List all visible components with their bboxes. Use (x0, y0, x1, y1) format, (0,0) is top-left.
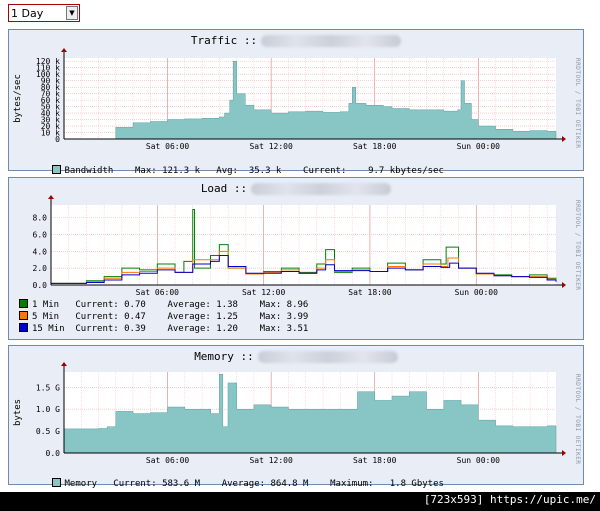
memory-panel: Memory :: 0.0 0.5 G 1.0 G 1.5 G Sat 06:00 Sat… (8, 345, 584, 489)
time-range-select[interactable]: 1 Day ▼ (8, 4, 80, 22)
y-tick-label: 2.0 (33, 264, 48, 273)
x-tick-label: Sat 18:00 (353, 142, 397, 151)
memory-graph: 0.0 0.5 G 1.0 G 1.5 G Sat 06:00 Sat 12:00 Sat … (13, 362, 566, 465)
y-tick-label: 0.0 (33, 281, 48, 290)
x-tick-label: Sat 06:00 (136, 288, 180, 297)
traffic-panel: Traffic :: 0 10 k 20 k 30 k 40 k 50 k 60 k 70 k… (8, 29, 584, 176)
memory-legend: Memory Current: 583.6 M Average: 864.8 M… (19, 468, 444, 499)
x-tick-label: Sat 18:00 (348, 288, 392, 297)
x-tick-label: Sat 06:00 (146, 456, 190, 465)
x-axis-arrow-icon (562, 282, 566, 288)
memory-swatch (51, 478, 61, 487)
x-tick-label: Sat 18:00 (353, 456, 397, 465)
bandwidth-swatch (51, 165, 61, 174)
y-tick-label: 0.5 G (36, 427, 60, 436)
x-tick-label: Sun 00:00 (455, 288, 499, 297)
y-axis-label: bytes (13, 399, 23, 426)
vendor-label: RRDTOOL / TOBI OETIKER (574, 58, 581, 149)
load-legend-text: 1 Min Current: 0.70 Average: 1.38 Max: 8… (32, 300, 309, 310)
x-tick-label: Sat 06:00 (146, 142, 190, 151)
y-tick-label: 1.5 G (36, 383, 60, 392)
x-tick-label: Sun 00:00 (457, 142, 501, 151)
load-legend-text: 15 Min Current: 0.39 Average: 1.20 Max: … (32, 324, 309, 334)
y-axis-arrow-icon (61, 362, 67, 366)
y-axis-arrow-icon (48, 195, 54, 199)
x-axis-arrow-icon (562, 450, 566, 456)
x-tick-label: Sat 12:00 (249, 142, 293, 151)
series-swatch (19, 299, 28, 308)
y-axis-label: bytes/sec (13, 74, 23, 123)
load-legend: 1 Min Current: 0.70 Average: 1.38 Max: 8… (19, 299, 308, 335)
x-tick-label: Sat 12:00 (249, 456, 293, 465)
x-tick-label: Sun 00:00 (457, 456, 501, 465)
image-footer: [723x593] https://upic.me/ (423, 493, 596, 506)
x-tick-label: Sat 12:00 (242, 288, 286, 297)
y-tick-label: 8.0 (33, 214, 48, 223)
page-frame: 1 Day ▼ Traffic :: 0 10 k 20 k 30 k 40 k 50 k… (0, 0, 600, 492)
load-legend-text: 5 Min Current: 0.47 Average: 1.25 Max: 3… (32, 312, 309, 322)
x-axis-arrow-icon (562, 136, 566, 142)
time-range-value: 1 Day (11, 7, 44, 20)
traffic-graph: 010 k20 k30 k40 k50 k60 k70 k80 k90 k100… (13, 48, 566, 151)
y-tick-label: 0.0 (46, 449, 61, 458)
load-legend-row: 15 Min Current: 0.39 Average: 1.20 Max: … (19, 323, 308, 335)
series-swatch (19, 323, 28, 332)
load-legend-row: 5 Min Current: 0.47 Average: 1.25 Max: 3… (19, 311, 308, 323)
load-legend-row: 1 Min Current: 0.70 Average: 1.38 Max: 8… (19, 299, 308, 311)
load-panel: Load :: 0.0 2.0 4.0 6.0 8.0 Sat 06:00 Sat 12:0… (8, 177, 584, 340)
y-tick-label: 120 k (36, 57, 60, 66)
y-tick-label: 4.0 (33, 247, 48, 256)
vendor-label: RRDTOOL / TOBI OETIKER (574, 374, 581, 465)
series-swatch (19, 311, 28, 320)
y-tick-label: 6.0 (33, 230, 48, 239)
y-axis-arrow-icon (61, 48, 67, 52)
vendor-label: RRDTOOL / TOBI OETIKER (574, 200, 581, 291)
y-tick-label: 1.0 G (36, 405, 60, 414)
dropdown-arrow-icon: ▼ (66, 6, 78, 20)
